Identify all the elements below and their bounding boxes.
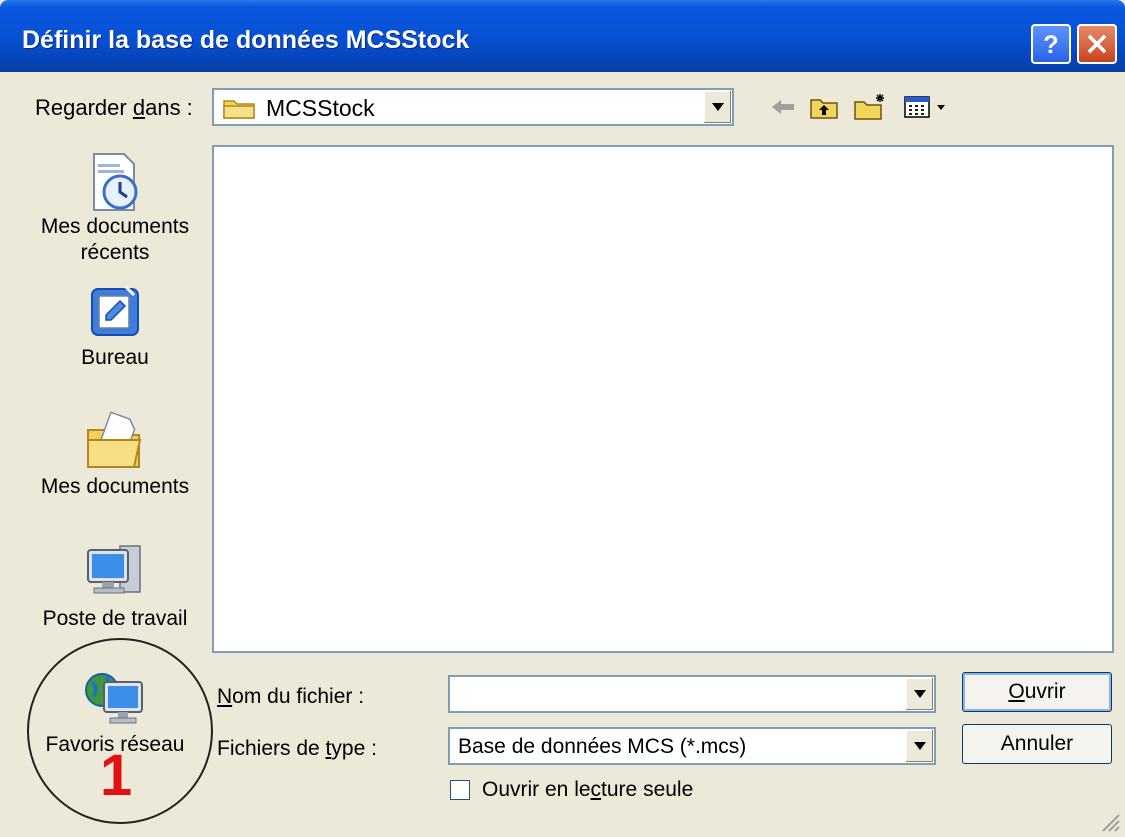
file-list[interactable] xyxy=(212,145,1114,653)
chevron-down-icon xyxy=(914,742,926,750)
readonly-checkbox[interactable] xyxy=(450,780,470,800)
svg-text:?: ? xyxy=(1043,31,1058,59)
open-button[interactable]: Ouvrir xyxy=(962,672,1112,712)
look-in-label: Regarder dans : xyxy=(35,95,193,120)
folder-icon xyxy=(223,100,255,119)
look-in-combobox[interactable]: MCSStock xyxy=(212,88,734,126)
resize-grip-icon[interactable] xyxy=(1097,809,1121,833)
close-button[interactable] xyxy=(1077,24,1117,64)
chevron-down-icon xyxy=(712,103,724,111)
recent-documents-icon xyxy=(93,153,138,211)
help-button[interactable]: ? xyxy=(1031,24,1071,64)
filetype-label: Fichiers de type : xyxy=(217,737,377,760)
filename-label: Nom du fichier : xyxy=(217,685,365,708)
open-file-dialog: Définir la base de données MCSStock ? Re… xyxy=(0,0,1125,837)
filetype-dropdown-button[interactable] xyxy=(905,730,933,762)
chevron-down-icon xyxy=(914,690,926,698)
look-in-dropdown-button[interactable] xyxy=(703,91,731,123)
view-menu-icon[interactable] xyxy=(902,92,948,122)
annotation-number: 1 xyxy=(100,743,133,808)
up-folder-icon[interactable] xyxy=(808,92,840,122)
help-icon: ? xyxy=(1043,31,1058,59)
filename-combobox[interactable] xyxy=(448,675,936,713)
title-bar: Définir la base de données MCSStock ? xyxy=(0,0,1125,72)
back-arrow-icon[interactable] xyxy=(768,92,798,122)
places-item-recent[interactable]: Mes documents récents xyxy=(25,150,205,266)
readonly-label: Ouvrir en lecture seule xyxy=(482,778,694,801)
filetype-value: Base de données MCS (*.mcs) xyxy=(458,735,747,758)
places-item-my-documents[interactable]: Mes documents xyxy=(25,410,205,500)
filetype-combobox[interactable]: Base de données MCS (*.mcs) xyxy=(448,727,936,765)
filename-dropdown-button[interactable] xyxy=(905,678,933,710)
cancel-button[interactable]: Annuler xyxy=(962,724,1112,764)
new-folder-icon[interactable] xyxy=(852,92,888,122)
window-title: Définir la base de données MCSStock xyxy=(22,26,470,54)
my-documents-icon xyxy=(87,411,142,468)
readonly-option[interactable]: Ouvrir en lecture seule xyxy=(450,778,693,802)
desktop-icon xyxy=(91,285,139,336)
places-item-desktop[interactable]: Bureau xyxy=(25,283,205,371)
my-computer-icon xyxy=(87,545,141,594)
look-in-value: MCSStock xyxy=(266,95,375,121)
close-icon xyxy=(1087,34,1107,54)
places-item-my-computer[interactable]: Poste de travail xyxy=(25,540,205,632)
